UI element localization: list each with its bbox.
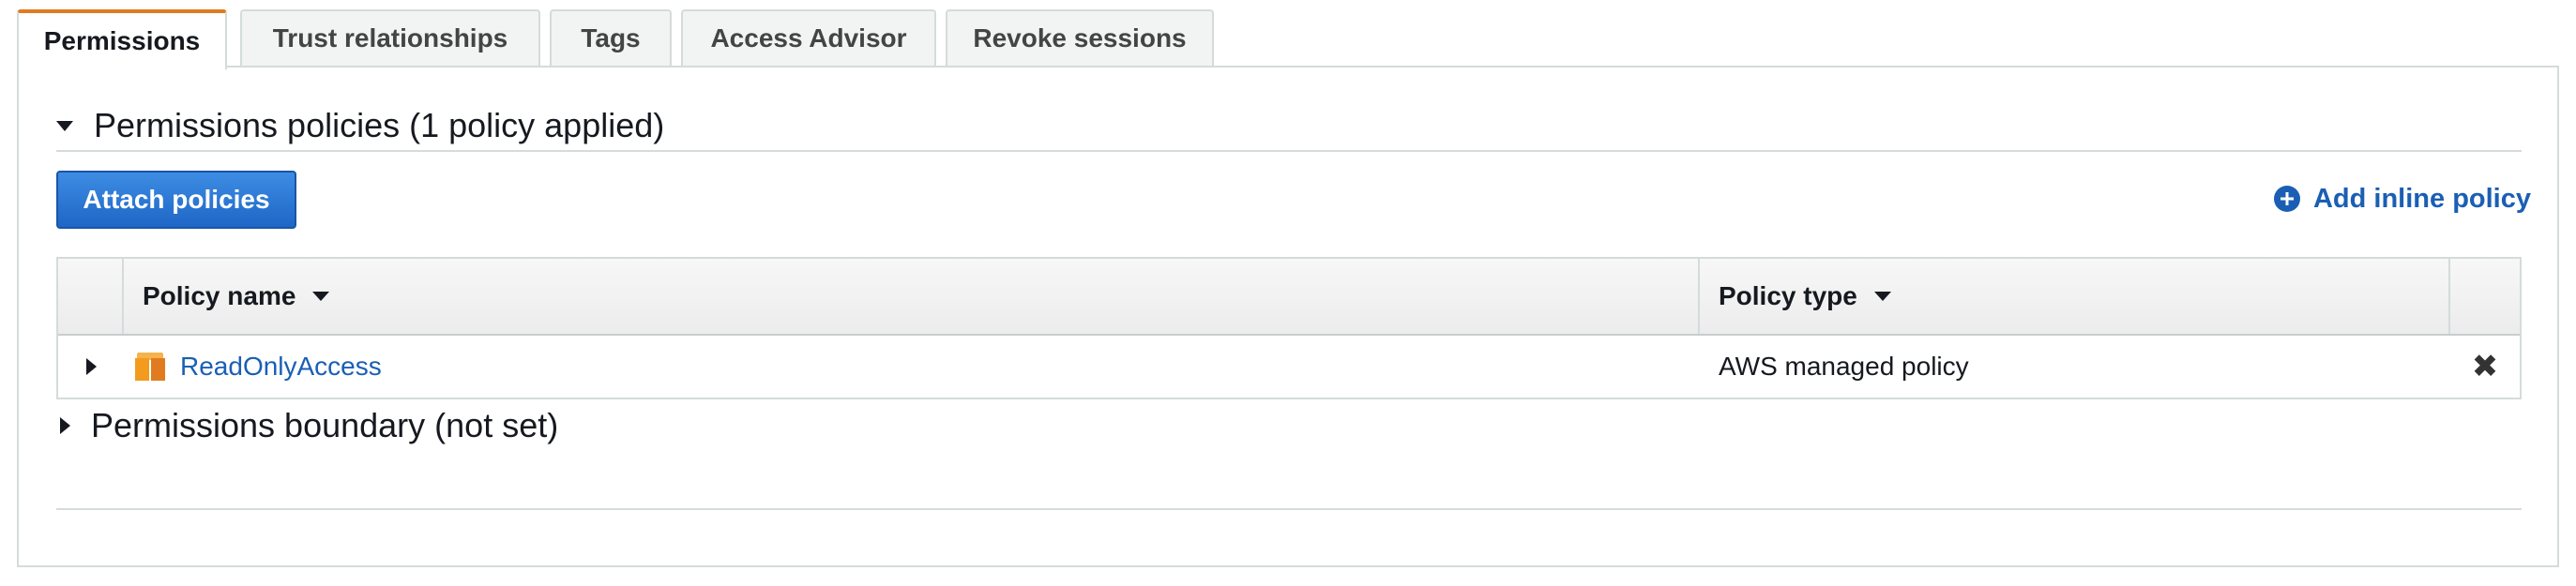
permissions-policies-header[interactable]: Permissions policies (1 policy applied) <box>56 101 664 150</box>
tab-label: Revoke sessions <box>973 23 1187 53</box>
permissions-panel: Permissions policies (1 policy applied) … <box>17 66 2559 567</box>
policy-name-link[interactable]: ReadOnlyAccess <box>180 352 382 382</box>
policy-type-cell: AWS managed policy <box>1719 352 1969 381</box>
actions-column-header <box>2450 259 2520 334</box>
tab-tags[interactable]: Tags <box>550 9 672 66</box>
section-divider <box>56 508 2522 510</box>
tab-access-advisor[interactable]: Access Advisor <box>681 9 936 66</box>
add-inline-policy-link[interactable]: Add inline policy <box>2273 178 2531 219</box>
attach-policies-label: Attach policies <box>83 185 270 214</box>
sort-down-icon <box>312 292 330 301</box>
tab-label: Permissions <box>43 26 201 55</box>
expand-column-header <box>58 259 124 334</box>
policy-name-cell: ReadOnlyAccess <box>124 352 1700 382</box>
tab-trust-relationships[interactable]: Trust relationships <box>240 9 540 66</box>
permissions-policies-title: Permissions policies (1 policy applied) <box>94 106 665 144</box>
caret-down-icon <box>56 120 73 131</box>
tab-label: Access Advisor <box>710 23 907 53</box>
table-header: Policy name Policy type <box>58 259 2520 336</box>
permissions-boundary-header[interactable]: Permissions boundary (not set) <box>56 401 558 450</box>
sort-down-icon <box>1873 292 1891 301</box>
caret-right-icon <box>60 417 70 434</box>
caret-right-icon <box>85 358 97 375</box>
policies-table: Policy name Policy type ReadOnlyAccess A… <box>56 257 2522 399</box>
section-divider <box>56 150 2522 152</box>
row-expand-toggle[interactable] <box>58 358 124 375</box>
attach-policies-button[interactable]: Attach policies <box>56 171 296 229</box>
policy-name-column-header[interactable]: Policy name <box>124 259 1700 334</box>
tab-label: Trust relationships <box>272 23 508 53</box>
remove-policy-button[interactable]: ✖ <box>2450 351 2520 383</box>
tab-revoke-sessions[interactable]: Revoke sessions <box>946 9 1214 66</box>
column-label: Policy name <box>143 281 296 310</box>
tab-permissions[interactable]: Permissions <box>17 9 227 69</box>
plus-circle-icon <box>2273 186 2300 212</box>
close-icon: ✖ <box>2471 349 2499 384</box>
aws-managed-policy-box-icon <box>135 353 165 381</box>
role-details-view: Permissions Trust relationships Tags Acc… <box>0 0 2576 586</box>
column-label: Policy type <box>1719 281 1857 310</box>
tab-label: Tags <box>581 23 641 53</box>
permissions-boundary-title: Permissions boundary (not set) <box>91 406 559 444</box>
table-row: ReadOnlyAccess AWS managed policy ✖ <box>58 336 2520 398</box>
add-inline-policy-label: Add inline policy <box>2312 183 2531 214</box>
policy-type-column-header[interactable]: Policy type <box>1700 259 2450 334</box>
